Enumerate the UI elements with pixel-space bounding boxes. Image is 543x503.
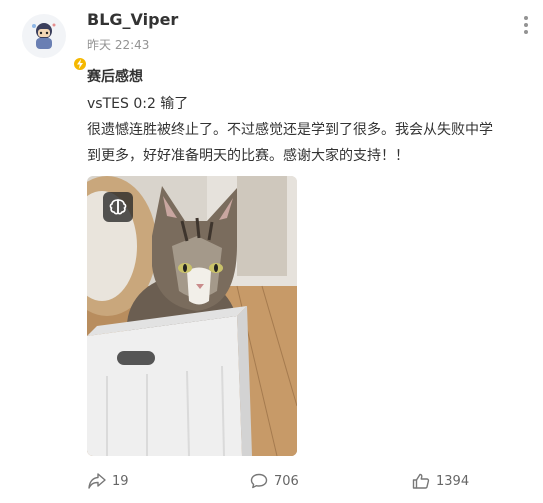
thumbs-up-icon [412,473,430,489]
avatar[interactable] [22,14,88,72]
post-time: 昨天 22:43 [87,38,150,52]
lightning-icon [77,59,83,69]
brain-icon [109,199,127,215]
avatar-character-icon [32,23,56,49]
username[interactable]: BLG_Viper [87,10,178,29]
post-text-line: 很遗憾连胜被终止了。不过感觉还是学到了很多。我会从失败中学 [87,122,493,138]
post-text-line: vsTES 0:2 输了 [87,96,189,112]
image-overlay-badge[interactable] [103,192,133,222]
like-button[interactable]: 1394 [412,472,469,490]
more-options-icon[interactable] [523,16,529,36]
comment-button[interactable]: 706 [250,472,299,490]
post-image[interactable] [87,176,297,456]
comment-count: 706 [274,473,299,489]
comment-icon [250,473,268,489]
share-button[interactable]: 19 [88,472,129,490]
post-text-line: 到更多，好好准备明天的比赛。感谢大家的支持！！ [87,148,409,164]
post-title: 赛后感想 [87,69,143,85]
like-count: 1394 [436,473,470,489]
share-icon [88,473,106,489]
verified-badge [72,56,88,72]
share-count: 19 [112,473,129,489]
